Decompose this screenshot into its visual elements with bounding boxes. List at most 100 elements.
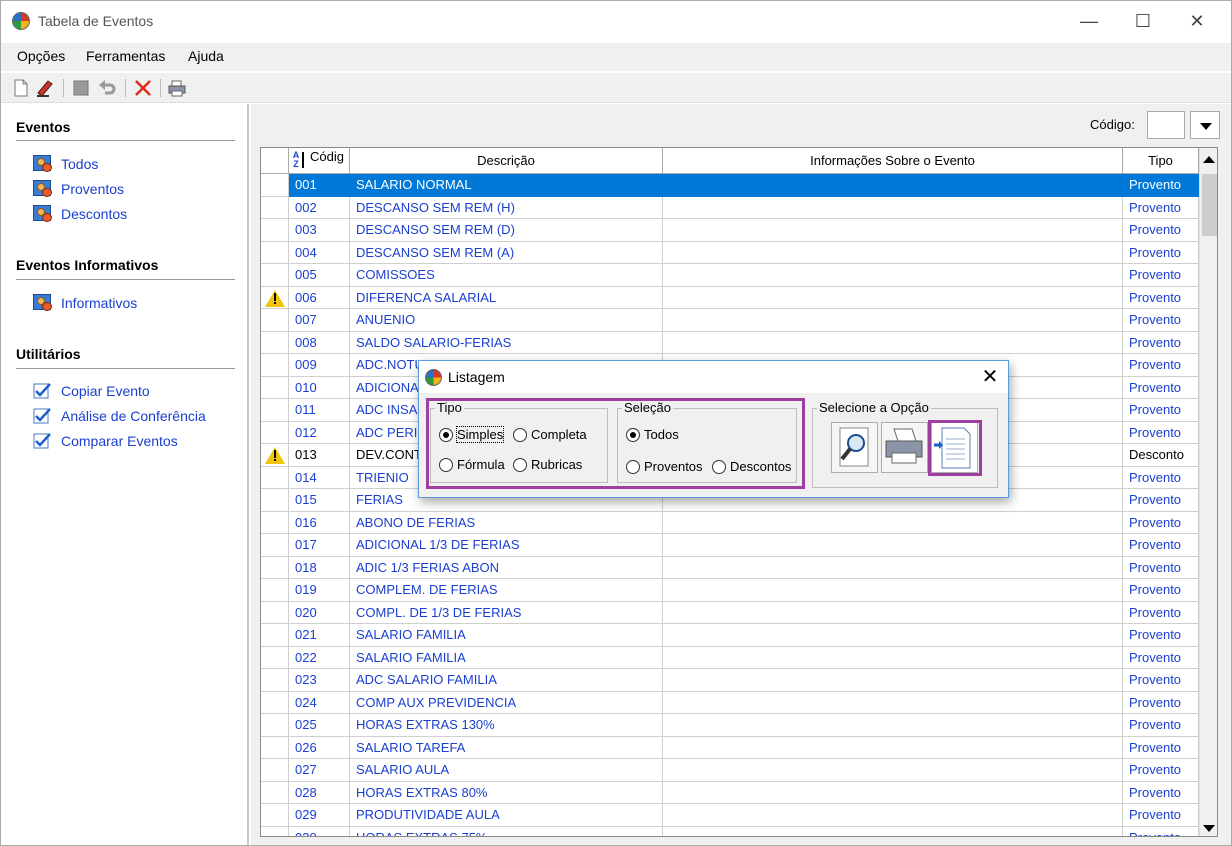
menu-opcoes[interactable]: Opções: [17, 48, 65, 64]
new-document-icon[interactable]: [11, 78, 31, 98]
codigo-cell: 030: [289, 826, 350, 836]
indicator-column-header: [261, 148, 289, 174]
toolbar: [1, 73, 1231, 103]
table-row[interactable]: 019 COMPLEM. DE FERIAS Provento: [261, 579, 1199, 602]
row-indicator-cell: [261, 759, 289, 782]
dialog-close-button[interactable]: ✕: [977, 364, 1003, 390]
dialog-title: Listagem: [448, 369, 505, 385]
informacoes-cell: [663, 624, 1123, 647]
print-icon[interactable]: [167, 78, 187, 98]
table-row[interactable]: 027 SALARIO AULA Provento: [261, 759, 1199, 782]
codigo-dropdown-button[interactable]: [1190, 111, 1220, 139]
informacoes-cell: [663, 219, 1123, 242]
checklist-icon: [33, 433, 51, 449]
table-row[interactable]: 017 ADICIONAL 1/3 DE FERIAS Provento: [261, 534, 1199, 557]
stop-icon[interactable]: [71, 78, 91, 98]
informacoes-column-header[interactable]: Informações Sobre o Evento: [663, 148, 1123, 174]
descricao-column-header[interactable]: Descrição: [350, 148, 663, 174]
codigo-cell: 022: [289, 646, 350, 669]
tipo-cell: Provento: [1123, 399, 1199, 422]
informacoes-cell: [663, 579, 1123, 602]
row-indicator-cell: [261, 601, 289, 624]
tipo-cell: Provento: [1123, 624, 1199, 647]
warning-icon: [264, 444, 285, 464]
codigo-cell: 024: [289, 691, 350, 714]
informacoes-cell: [663, 826, 1123, 836]
table-row[interactable]: 022 SALARIO FAMILIA Provento: [261, 646, 1199, 669]
sort-arrow-icon: [302, 152, 304, 168]
sidebar-item-informativos[interactable]: Informativos: [33, 293, 137, 313]
sidebar-item-analise-conferencia[interactable]: Análise de Conferência: [33, 406, 206, 426]
scroll-up-icon[interactable]: [1203, 156, 1215, 163]
table-row[interactable]: 026 SALARIO TAREFA Provento: [261, 736, 1199, 759]
tipo-cell: Provento: [1123, 691, 1199, 714]
informacoes-cell: [663, 534, 1123, 557]
codigo-cell: 028: [289, 781, 350, 804]
row-indicator-cell: [261, 489, 289, 512]
table-row[interactable]: 002 DESCANSO SEM REM (H) Provento: [261, 196, 1199, 219]
table-row[interactable]: 001 SALARIO NORMAL Provento: [261, 174, 1199, 197]
close-window-button[interactable]: ✕: [1177, 7, 1217, 35]
tipo-cell: Provento: [1123, 354, 1199, 377]
sidebar-item-comparar-eventos[interactable]: Comparar Eventos: [33, 431, 178, 451]
tipo-cell: Desconto: [1123, 444, 1199, 467]
minimize-button[interactable]: —: [1069, 7, 1109, 35]
codigo-input[interactable]: [1147, 111, 1185, 139]
checklist-icon: [33, 383, 51, 399]
informacoes-cell: [663, 804, 1123, 827]
table-row[interactable]: 021 SALARIO FAMILIA Provento: [261, 624, 1199, 647]
sidebar-item-todos[interactable]: Todos: [33, 154, 98, 174]
table-row[interactable]: 020 COMPL. DE 1/3 DE FERIAS Provento: [261, 601, 1199, 624]
table-row[interactable]: 005 COMISSOES Provento: [261, 264, 1199, 287]
table-row[interactable]: 025 HORAS EXTRAS 130% Provento: [261, 714, 1199, 737]
row-indicator-cell: [261, 354, 289, 377]
sidebar-item-label: Copiar Evento: [61, 383, 150, 399]
sidebar-item-descontos[interactable]: Descontos: [33, 204, 127, 224]
scrollbar-thumb[interactable]: [1202, 174, 1217, 236]
table-row[interactable]: 003 DESCANSO SEM REM (D) Provento: [261, 219, 1199, 242]
table-row[interactable]: 023 ADC SALARIO FAMILIA Provento: [261, 669, 1199, 692]
row-indicator-cell: [261, 826, 289, 836]
table-row[interactable]: 007 ANUENIO Provento: [261, 309, 1199, 332]
undo-icon[interactable]: [97, 78, 117, 98]
sidebar-item-copiar-evento[interactable]: Copiar Evento: [33, 381, 150, 401]
table-row[interactable]: 016 ABONO DE FERIAS Provento: [261, 511, 1199, 534]
row-indicator-cell: [261, 736, 289, 759]
table-row[interactable]: 004 DESCANSO SEM REM (A) Provento: [261, 241, 1199, 264]
tipo-cell: Provento: [1123, 376, 1199, 399]
table-row[interactable]: 024 COMP AUX PREVIDENCIA Provento: [261, 691, 1199, 714]
tipo-cell: Provento: [1123, 534, 1199, 557]
informacoes-cell: [663, 309, 1123, 332]
informacoes-cell: [663, 714, 1123, 737]
codigo-cell: 017: [289, 534, 350, 557]
sidebar-item-proventos[interactable]: Proventos: [33, 179, 124, 199]
scroll-down-icon[interactable]: [1203, 825, 1215, 832]
row-indicator-cell: [261, 511, 289, 534]
delete-icon[interactable]: [133, 78, 153, 98]
table-row[interactable]: 030 HORAS EXTRAS 75% Provento: [261, 826, 1199, 836]
descricao-cell: DESCANSO SEM REM (H): [350, 196, 663, 219]
print-button[interactable]: [881, 422, 928, 473]
edit-pencil-icon[interactable]: [35, 78, 55, 98]
table-row[interactable]: 006 DIFERENCA SALARIAL Provento: [261, 286, 1199, 309]
tipo-column-header[interactable]: Tipo: [1123, 148, 1199, 174]
table-row[interactable]: 018 ADIC 1/3 FERIAS ABON Provento: [261, 556, 1199, 579]
table-row[interactable]: 028 HORAS EXTRAS 80% Provento: [261, 781, 1199, 804]
section-divider: [16, 368, 235, 369]
menu-bar: Opções Ferramentas Ajuda: [1, 43, 1231, 71]
codigo-cell: 027: [289, 759, 350, 782]
preview-button[interactable]: [831, 422, 878, 473]
people-icon: [33, 294, 53, 312]
maximize-button[interactable]: ☐: [1123, 7, 1163, 35]
tipo-cell: Provento: [1123, 669, 1199, 692]
codigo-column-header[interactable]: A Z Códig: [289, 148, 350, 174]
section-divider: [16, 279, 235, 280]
vertical-scrollbar[interactable]: [1199, 148, 1217, 836]
table-row[interactable]: 008 SALDO SALARIO-FERIAS Provento: [261, 331, 1199, 354]
tipo-cell: Provento: [1123, 331, 1199, 354]
menu-ferramentas[interactable]: Ferramentas: [86, 48, 165, 64]
menu-ajuda[interactable]: Ajuda: [188, 48, 224, 64]
main-window: Tabela de Eventos — ☐ ✕ Opções Ferrament…: [0, 0, 1232, 846]
tipo-cell: Provento: [1123, 601, 1199, 624]
table-row[interactable]: 029 PRODUTIVIDADE AULA Provento: [261, 804, 1199, 827]
